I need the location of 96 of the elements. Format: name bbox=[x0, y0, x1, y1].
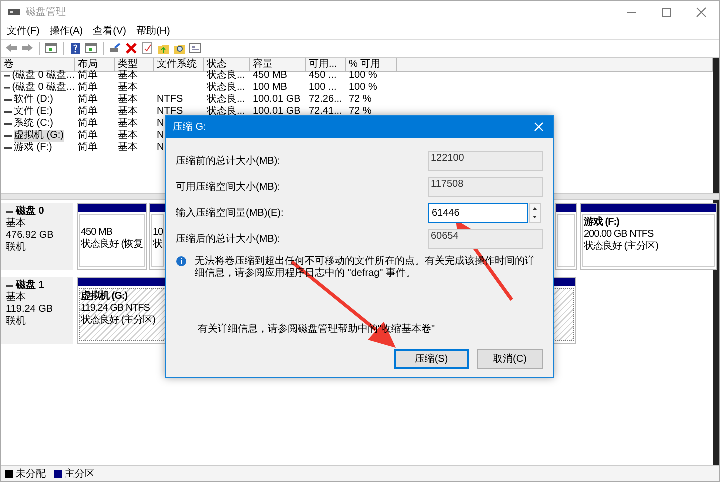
partition-info: 状 bbox=[153, 239, 162, 251]
field-label: 压缩前的总计大小(MB): bbox=[176, 154, 280, 168]
partition-info: 119.24 GB NTFS bbox=[81, 303, 150, 314]
panel-icon[interactable] bbox=[45, 42, 58, 55]
table-cell: 100 % bbox=[349, 70, 378, 82]
table-cell: 72 % bbox=[349, 94, 372, 106]
table-cell: N bbox=[157, 142, 164, 154]
partition-block[interactable]: 游戏 (F:) 200.00 GB NTFS 状态良好 (主分区) bbox=[580, 203, 717, 270]
partition-block[interactable]: 10 状 bbox=[149, 203, 166, 270]
disk-type: 基本 bbox=[6, 218, 26, 230]
partition-block[interactable]: 450 MB 状态良好 (恢复 bbox=[77, 203, 147, 270]
legend-label: 未分配 bbox=[16, 468, 46, 480]
table-cell: 简单 bbox=[78, 106, 98, 118]
table-cell: 简单 bbox=[78, 94, 98, 106]
partition-block[interactable] bbox=[555, 203, 577, 270]
partition-header-bar bbox=[78, 204, 146, 212]
partition-info: 状态良好 (恢复 bbox=[81, 239, 144, 251]
column-header[interactable]: % 可用 bbox=[346, 58, 397, 72]
maximize-icon[interactable] bbox=[661, 6, 672, 18]
legend-label: 主分区 bbox=[65, 468, 95, 480]
dialog-button[interactable]: 取消(C) bbox=[477, 349, 543, 369]
panel-icon[interactable] bbox=[85, 42, 98, 55]
table-cell: 基本 bbox=[118, 106, 138, 118]
partition-info: 200.00 GB NTFS bbox=[584, 229, 654, 240]
table-cell: 简单 bbox=[78, 82, 98, 94]
close-icon[interactable] bbox=[696, 6, 707, 18]
table-cell: 游戏 (F:) bbox=[14, 142, 52, 154]
column-header[interactable]: 容量 bbox=[250, 58, 306, 72]
field-label: 压缩后的总计大小(MB): bbox=[176, 232, 280, 246]
disk-name: 磁盘 0 bbox=[16, 206, 44, 218]
table-cell: 简单 bbox=[78, 70, 98, 82]
partition-name: 游戏 (F:) bbox=[584, 217, 620, 229]
dialog-title: 压缩 G: bbox=[173, 120, 206, 134]
column-header[interactable]: 文件系统 bbox=[154, 58, 204, 72]
readonly-field: 122100 bbox=[428, 151, 543, 171]
table-cell: 基本 bbox=[118, 70, 138, 82]
field-label: 可用压缩空间大小(MB): bbox=[176, 180, 280, 194]
partition-header-bar bbox=[556, 204, 576, 212]
table-cell: 简单 bbox=[78, 130, 98, 142]
table-cell: 基本 bbox=[118, 82, 138, 94]
disk-type: 基本 bbox=[6, 292, 26, 304]
table-cell: 100 ... bbox=[309, 82, 337, 94]
disk-status: 联机 bbox=[6, 242, 26, 254]
column-header[interactable]: 可用... bbox=[306, 58, 346, 72]
table-cell: 基本 bbox=[118, 130, 138, 142]
partition-info: 状态良好 (主分区) bbox=[584, 241, 658, 253]
info-icon bbox=[176, 256, 187, 267]
table-cell: 72 % bbox=[349, 106, 372, 118]
table-cell: 100.01 GB bbox=[253, 94, 301, 106]
table-cell: 450 ... bbox=[309, 70, 337, 82]
menu-item[interactable]: 文件(F) bbox=[7, 24, 40, 38]
table-cell: 基本 bbox=[118, 94, 138, 106]
spin-buttons[interactable] bbox=[529, 203, 541, 223]
table-cell: 基本 bbox=[118, 118, 138, 130]
readonly-field: 117508 bbox=[428, 177, 543, 197]
table-cell: 100 % bbox=[349, 82, 378, 94]
readonly-field: 60654 bbox=[428, 229, 543, 249]
table-cell: (磁盘 0 磁盘... bbox=[12, 82, 75, 94]
table-cell: 450 MB bbox=[253, 70, 288, 82]
help-icon[interactable] bbox=[69, 42, 82, 55]
disk-status: 联机 bbox=[6, 316, 26, 328]
dialog-button[interactable]: 压缩(S) bbox=[394, 349, 469, 369]
input-field[interactable]: 61446 bbox=[428, 203, 528, 223]
folder-search-icon[interactable] bbox=[173, 42, 186, 55]
table-cell: 简单 bbox=[78, 118, 98, 130]
menu-item[interactable]: 帮助(H) bbox=[136, 24, 170, 38]
table-cell: NTFS bbox=[157, 106, 184, 118]
partition-info: 450 MB bbox=[81, 227, 112, 238]
partition-header-bar bbox=[150, 204, 165, 212]
back-icon[interactable] bbox=[5, 42, 18, 55]
table-cell: (磁盘 0 磁盘... bbox=[12, 70, 75, 82]
disk-name: 磁盘 1 bbox=[16, 280, 44, 292]
partition-name: 虚拟机 (G:) bbox=[81, 291, 128, 303]
delete-icon[interactable] bbox=[125, 42, 138, 55]
table-cell: NTFS bbox=[157, 94, 184, 106]
partition-info: 状态良好 (主分区) bbox=[81, 315, 156, 327]
table-cell: 简单 bbox=[78, 142, 98, 154]
window-title: 磁盘管理 bbox=[26, 6, 67, 19]
drive-icon[interactable] bbox=[109, 42, 122, 55]
checklist-icon[interactable] bbox=[141, 42, 154, 55]
table-cell: 基本 bbox=[118, 142, 138, 154]
table-cell: N bbox=[157, 130, 164, 142]
table-cell: N bbox=[157, 118, 164, 130]
menu-item[interactable]: 操作(A) bbox=[50, 24, 84, 38]
table-cell: 72.26... bbox=[309, 94, 342, 106]
partition-info: 10 bbox=[153, 227, 163, 238]
table-cell: 100 MB bbox=[253, 82, 288, 94]
table-cell: 软件 (D:) bbox=[14, 94, 54, 106]
disk-size: 476.92 GB bbox=[6, 230, 54, 242]
menu-item[interactable]: 查看(V) bbox=[93, 24, 126, 38]
forward-icon[interactable] bbox=[21, 42, 34, 55]
disk-size: 119.24 GB bbox=[6, 304, 54, 316]
field-label: 输入压缩空间量(MB)(E): bbox=[176, 206, 284, 220]
table-cell: 72.41... bbox=[309, 106, 342, 118]
table-cell: 100.01 GB bbox=[253, 106, 301, 118]
panel-icon[interactable] bbox=[189, 42, 202, 55]
